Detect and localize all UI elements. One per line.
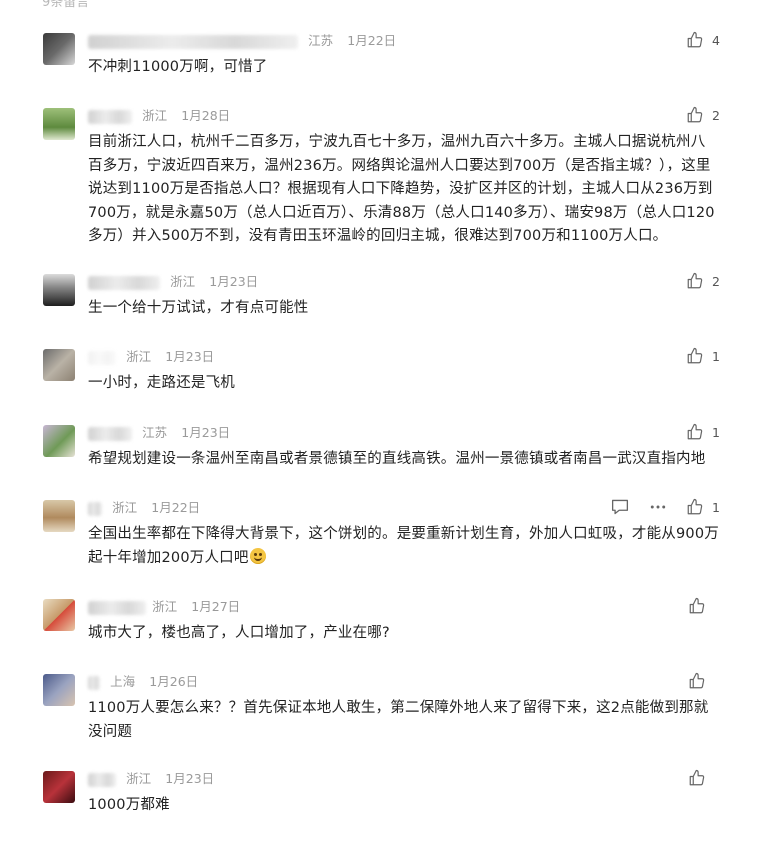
like-button[interactable]: 1 [686, 347, 720, 365]
reply-button[interactable] [610, 498, 630, 516]
comment-region: 浙江 [170, 274, 196, 289]
comment-text-content: 全国出生率都在下降得大背景下，这个饼划的。是要重新计划生育，外加人口虹吸，才能从… [88, 526, 719, 566]
avatar[interactable] [43, 425, 75, 457]
comment-text: 希望规划建设一条温州至南昌或者景德镇至的直线高铁。温州一景德镇或者南昌一武汉直指… [88, 451, 706, 467]
avatar[interactable] [43, 674, 75, 706]
avatar[interactable] [43, 771, 75, 803]
comment-meta: 江苏 1月22日 [88, 31, 396, 51]
comment-actions: 1 [610, 497, 720, 517]
comment-meta: 浙江 1月23日 [88, 272, 258, 292]
comment-text: 1100万人要怎么来？？首先保证本地人敢生，第二保障外地人来了留得下来，这2点能… [88, 700, 709, 740]
comment-region: 上海 [110, 674, 136, 689]
thumbs-up-icon [687, 31, 703, 48]
username-blurred[interactable] [88, 34, 298, 49]
username-blurred[interactable] [88, 772, 116, 787]
thumbs-up-icon [687, 498, 703, 515]
comment-meta: 浙江 1月23日 [88, 769, 214, 789]
avatar[interactable] [43, 500, 75, 532]
like-count: 4 [712, 32, 720, 48]
thumbs-up-icon [689, 672, 705, 689]
like-button[interactable]: 1 [686, 423, 720, 441]
comment-text: 1000万都难 [88, 797, 170, 813]
comment-region: 浙江 [112, 500, 138, 515]
comment-region: 浙江 [126, 771, 152, 786]
comment-meta: 江苏 1月23日 [88, 423, 230, 443]
comment-actions: 2 [686, 271, 720, 291]
avatar[interactable] [43, 108, 75, 140]
comment-actions [688, 671, 720, 691]
thumbs-up-icon [687, 106, 703, 123]
thumbs-up-icon [689, 597, 705, 614]
comment-actions: 2 [686, 105, 720, 125]
comment-date: 1月23日 [165, 349, 215, 364]
like-button[interactable]: 4 [686, 31, 720, 49]
comment-text: 生一个给十万试试，才有点可能性 [88, 300, 309, 316]
comment-date: 1月23日 [181, 425, 231, 440]
avatar[interactable] [43, 349, 75, 381]
comment-date: 1月22日 [151, 500, 201, 515]
thumbs-up-icon [689, 769, 705, 786]
comment-text: 不冲刺11000万啊，可惜了 [88, 59, 268, 75]
like-button[interactable]: 1 [686, 498, 720, 516]
username-blurred[interactable] [88, 501, 102, 516]
comment-date: 1月23日 [165, 771, 215, 786]
more-dots-icon [650, 505, 666, 509]
comment-date: 1月22日 [347, 33, 397, 48]
thumbs-up-icon [687, 272, 703, 289]
like-count: 1 [712, 348, 720, 364]
thumbs-up-icon [687, 423, 703, 440]
comment-bubble-icon [612, 499, 629, 515]
comment-meta: 上海 1月26日 [88, 672, 198, 692]
comment-actions [688, 596, 720, 616]
comment-meta: 浙江 1月28日 [88, 106, 230, 126]
comment-region: 浙江 [126, 349, 152, 364]
comment-date: 1月28日 [181, 108, 231, 123]
like-button[interactable]: 2 [686, 272, 720, 290]
comment-text: 全国出生率都在下降得大背景下，这个饼划的。是要重新计划生育，外加人口虹吸，才能从… [88, 523, 720, 570]
comment-meta: 浙江 1月22日 [88, 498, 200, 518]
avatar[interactable] [43, 33, 75, 65]
username-blurred[interactable] [88, 109, 132, 124]
comment-text: 目前浙江人口，杭州千二百多万，宁波九百七十多万，温州九百六十多万。主城人口据说杭… [88, 134, 715, 244]
username-blurred[interactable] [88, 350, 116, 365]
comment-region: 江苏 [308, 33, 334, 48]
grinning-face-emoji [249, 547, 266, 564]
username-blurred[interactable] [88, 600, 146, 615]
username-blurred[interactable] [88, 426, 132, 441]
comment-count-header: 9条留言 [42, 0, 90, 10]
comment-text: 一小时，走路还是飞机 [88, 375, 235, 391]
comment-region: 江苏 [142, 425, 168, 440]
like-count: 1 [712, 424, 720, 440]
like-count: 2 [712, 273, 720, 289]
comment-date: 1月26日 [149, 674, 199, 689]
comment-region: 浙江 [142, 108, 168, 123]
comment-actions: 1 [686, 346, 720, 366]
comment-actions: 4 [686, 30, 720, 50]
like-button[interactable] [688, 597, 720, 615]
like-button[interactable] [688, 672, 720, 690]
more-button[interactable] [648, 498, 668, 516]
comment-text: 城市大了，楼也高了，人口增加了，产业在哪? [88, 625, 390, 641]
like-button[interactable]: 2 [686, 106, 720, 124]
comment-actions [688, 768, 720, 788]
comment-date: 1月23日 [209, 274, 259, 289]
like-count: 1 [712, 499, 720, 515]
username-blurred[interactable] [88, 675, 100, 690]
comment-meta: 浙江 1月27日 [88, 597, 240, 617]
comment-meta: 浙江 1月23日 [88, 347, 214, 367]
thumbs-up-icon [687, 347, 703, 364]
like-button[interactable] [688, 769, 720, 787]
username-blurred[interactable] [88, 275, 160, 290]
avatar[interactable] [43, 274, 75, 306]
comment-date: 1月27日 [191, 599, 241, 614]
comment-actions: 1 [686, 422, 720, 442]
like-count: 2 [712, 107, 720, 123]
comment-region: 浙江 [152, 599, 178, 614]
avatar[interactable] [43, 599, 75, 631]
